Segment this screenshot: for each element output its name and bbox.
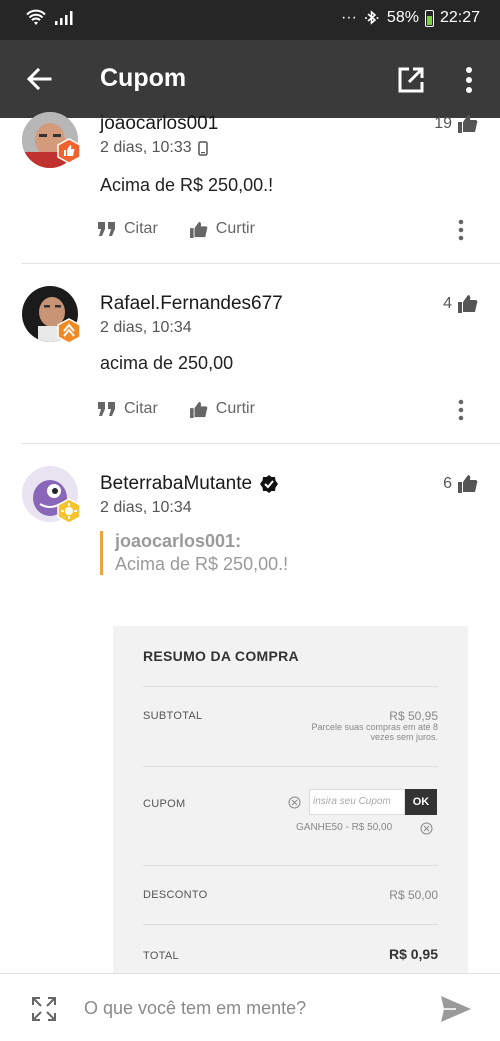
composer-bar: O que você tem em mente? [0, 973, 500, 1041]
quote-button[interactable]: Citar [98, 220, 158, 238]
screen: ··· 58% 22:27 Cupom joaocarlos001 2 dias… [0, 0, 500, 1041]
clear-circle-icon [288, 796, 301, 809]
total-label: TOTAL [143, 950, 179, 962]
verified-icon [260, 475, 279, 493]
username[interactable]: BeterrabaMutante [100, 473, 252, 495]
thumbs-up-icon[interactable] [458, 294, 478, 313]
post-text: acima de 250,00 [100, 353, 234, 373]
post-time: 2 dias, 10:33 [100, 139, 192, 156]
fullscreen-icon[interactable] [30, 995, 58, 1023]
like-button[interactable]: Curtir [189, 400, 255, 418]
quote-button[interactable]: Citar [98, 400, 158, 418]
quote-label: Citar [124, 400, 158, 417]
level-badge-icon [57, 318, 81, 344]
subtotal-value: R$ 50,95 [389, 709, 438, 723]
divider [143, 924, 438, 925]
post-time: 2 dias, 10:34 [100, 499, 192, 516]
summary-title: RESUMO DA COMPRA [143, 648, 299, 664]
quoted-username: joaocarlos001: [115, 531, 242, 551]
notification-dots: ··· [340, 9, 357, 26]
divider [143, 865, 438, 866]
post-item: joaocarlos001 2 dias, 10:33 19 Acima de … [0, 112, 500, 264]
quoted-text: Acima de R$ 250,00.! [115, 554, 289, 574]
thumbs-up-icon [189, 401, 208, 418]
message-input[interactable]: O que você tem em mente? [84, 998, 306, 1019]
applied-coupon: GANHE50 - R$ 50,00 [296, 822, 393, 833]
like-count: 19 [434, 114, 452, 132]
battery-icon [424, 9, 434, 27]
divider [143, 766, 438, 767]
wifi-icon [26, 9, 46, 25]
quote-icon [98, 222, 115, 236]
username[interactable]: joaocarlos001 [100, 113, 218, 135]
post-options-icon[interactable] [455, 399, 467, 421]
post-item: Rafael.Fernandes677 2 dias, 10:34 4 acim… [0, 264, 500, 444]
thumbs-up-icon[interactable] [458, 114, 478, 133]
more-vert-icon[interactable] [460, 66, 478, 94]
attached-image[interactable]: RESUMO DA COMPRA SUBTOTAL R$ 50,95 Parce… [113, 626, 468, 976]
installment-note: Parcele suas compras em até 8 vezes sem … [311, 722, 438, 742]
total-value: R$ 0,95 [388, 946, 438, 962]
post-options-icon[interactable] [455, 219, 467, 241]
like-button[interactable]: Curtir [189, 220, 255, 238]
level-badge-icon [57, 498, 81, 524]
coupon-input: insira seu Cupom [309, 789, 405, 815]
quote-icon [98, 402, 115, 416]
thumbs-up-icon [189, 221, 208, 238]
mobile-device-icon [197, 140, 208, 156]
thumbs-up-icon[interactable] [458, 474, 478, 493]
discount-label: DESCONTO [143, 889, 208, 901]
page-title: Cupom [100, 64, 187, 92]
quoted-post[interactable]: joaocarlos001: Acima de R$ 250,00.! [100, 531, 288, 575]
like-label: Curtir [215, 220, 255, 237]
divider [143, 686, 438, 687]
discount-value: R$ 50,00 [389, 888, 438, 902]
signal-icon [55, 11, 73, 25]
status-bar: ··· 58% 22:27 [0, 0, 500, 40]
open-external-icon[interactable] [396, 65, 426, 95]
subtotal-label: SUBTOTAL [143, 710, 203, 722]
send-icon[interactable] [440, 995, 472, 1023]
bluetooth-icon [364, 10, 379, 25]
back-arrow-icon[interactable] [24, 64, 54, 94]
clock: 22:27 [439, 9, 480, 26]
like-count: 4 [443, 294, 452, 312]
quote-label: Citar [124, 220, 158, 237]
like-label: Curtir [215, 400, 255, 417]
app-bar: Cupom [0, 40, 500, 118]
remove-coupon-icon [420, 822, 433, 835]
post-time: 2 dias, 10:34 [100, 319, 192, 336]
battery-percent: 58% [386, 9, 419, 26]
username[interactable]: Rafael.Fernandes677 [100, 293, 283, 315]
post-text: Acima de R$ 250,00.! [100, 175, 274, 195]
coupon-label: CUPOM [143, 798, 186, 810]
ok-button: OK [405, 789, 437, 815]
like-badge-icon [57, 138, 81, 164]
like-count: 6 [443, 474, 452, 492]
